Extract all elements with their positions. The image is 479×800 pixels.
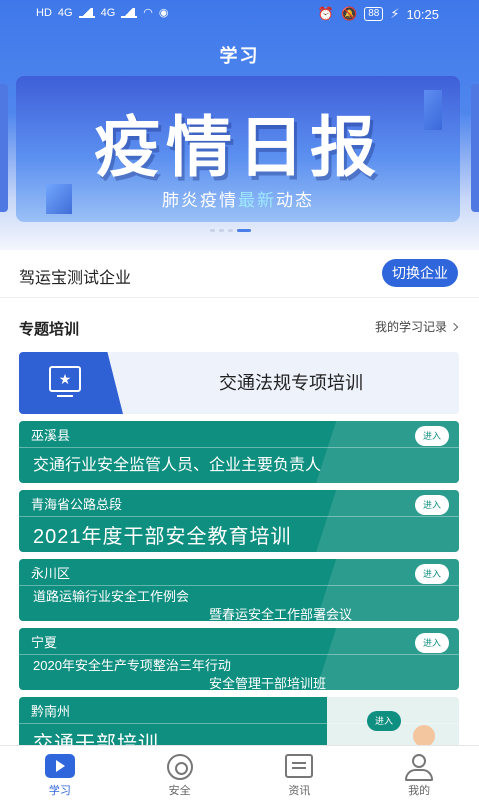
- tab-label: 安全: [168, 785, 191, 797]
- mute-icon: 🔕: [341, 6, 358, 21]
- carousel-dot: [219, 229, 224, 232]
- signal-icon: [78, 7, 95, 18]
- banner-prev-peek[interactable]: [0, 84, 8, 212]
- training-name: 交通行业安全监管人员、企业主要负责人: [33, 457, 322, 474]
- carousel-dot: [228, 229, 233, 232]
- tab-profile[interactable]: 我的: [359, 746, 479, 800]
- section-title: 专题培训: [19, 321, 80, 338]
- enter-button[interactable]: 进入: [415, 426, 449, 446]
- clock-time: 10:25: [406, 6, 439, 22]
- tab-label: 我的: [408, 785, 431, 797]
- carrier-label: HD: [36, 6, 52, 19]
- topic-card-traffic-law[interactable]: ★ 交通法规专项培训: [19, 352, 459, 414]
- page-title: 学习: [219, 46, 260, 66]
- enter-button[interactable]: 进入: [415, 564, 449, 584]
- battery-indicator: 88: [364, 7, 384, 21]
- alarm-icon: ⏰: [317, 6, 334, 21]
- training-name: 2021年度干部安全教育培训: [33, 526, 292, 548]
- enter-button[interactable]: 进入: [367, 711, 401, 731]
- training-region: 永川区: [31, 566, 71, 581]
- certificate-star-icon: ★: [49, 366, 81, 392]
- carousel-dot: [210, 229, 215, 232]
- signal-icon: [121, 7, 138, 18]
- tab-label: 资讯: [288, 785, 311, 797]
- profile-icon: [404, 754, 434, 782]
- learning-record-link[interactable]: 我的学习记录: [375, 318, 459, 335]
- wifi-icon: ◠: [143, 7, 153, 19]
- training-region: 青海省公路总段: [31, 497, 123, 512]
- switch-company-button[interactable]: 切换企业: [382, 259, 458, 287]
- enter-button[interactable]: 进入: [415, 495, 449, 515]
- signal-label: 4G: [57, 6, 73, 19]
- chevron-right-icon: [449, 322, 459, 331]
- tab-safety[interactable]: 安全: [120, 746, 240, 800]
- training-region: 巫溪县: [31, 428, 71, 443]
- training-name-line2: 暨春运安全工作部署会议: [209, 607, 353, 621]
- signal-label: 4G: [100, 6, 116, 19]
- news-icon: [285, 754, 314, 778]
- tab-label: 学习: [48, 785, 71, 797]
- banner-carousel[interactable]: 疫情日报 肺炎疫情最新动态: [16, 76, 460, 222]
- training-card[interactable]: 青海省公路总段 2021年度干部安全教育培训 进入: [19, 490, 459, 552]
- banner-title: 疫情日报: [94, 109, 382, 186]
- topic-label: 交通法规专项培训: [219, 373, 363, 393]
- training-card[interactable]: 宁夏 2020年安全生产专项整治三年行动 安全管理干部培训班 进入: [19, 628, 459, 690]
- play-icon: [44, 754, 75, 778]
- training-card[interactable]: 永川区 道路运输行业安全工作例会 暨春运安全工作部署会议 进入: [19, 559, 459, 621]
- training-region: 黔南州: [31, 704, 71, 719]
- safety-icon: [166, 754, 193, 780]
- training-region: 宁夏: [31, 635, 58, 650]
- carousel-dot-active: [237, 229, 251, 232]
- training-name: 2020年安全生产专项整治三年行动: [33, 658, 231, 673]
- training-name: 道路运输行业安全工作例会: [33, 589, 190, 604]
- banner-next-peek[interactable]: [471, 84, 479, 212]
- carousel-indicator: [210, 229, 251, 232]
- company-name: 驾运宝测试企业: [19, 270, 132, 287]
- company-row: 驾运宝测试企业 切换企业: [0, 250, 479, 298]
- training-name-line2: 安全管理干部培训班: [209, 676, 327, 690]
- status-bar: HD 4G 4G ◠ ◉ ⏰ 🔕 88 ⚡ 10:25: [0, 0, 479, 28]
- training-card[interactable]: 巫溪县 交通行业安全监管人员、企业主要负责人 进入: [19, 421, 459, 483]
- tab-study[interactable]: 学习: [0, 746, 120, 800]
- eye-icon: ◉: [158, 7, 169, 19]
- bottom-tab-bar: 学习 安全 资讯 我的: [0, 745, 479, 800]
- pointing-hand-icon: [413, 725, 435, 747]
- banner-subtitle: 肺炎疫情最新动态: [162, 191, 314, 210]
- tab-news[interactable]: 资讯: [240, 746, 360, 800]
- enter-button[interactable]: 进入: [415, 633, 449, 653]
- charging-icon: ⚡: [390, 6, 400, 21]
